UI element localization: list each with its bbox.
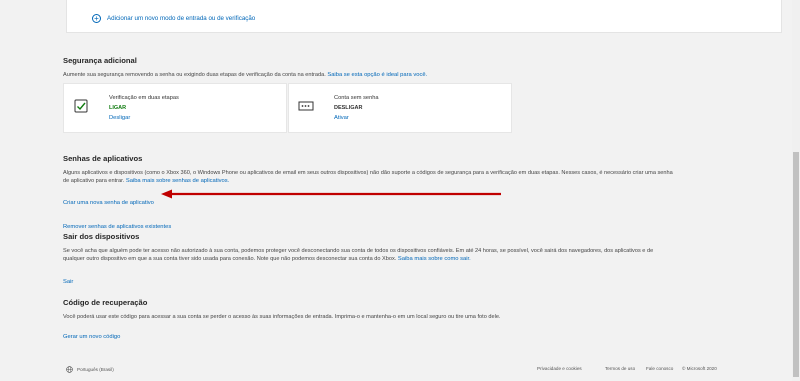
globe-icon [66,366,73,373]
remove-app-passwords-link[interactable]: Remover senhas de aplicativos existentes [63,224,171,230]
recovery-code-section: Código de recuperação Você poderá usar e… [63,298,783,343]
section-title: Senhas de aplicativos [63,154,143,163]
language-selector[interactable]: Português (Brasil) [66,366,114,373]
section-desc: Aumente sua segurança removendo a senha … [63,72,326,78]
generate-code-link[interactable]: Gerar um novo código [63,334,120,340]
section-desc-line1: Se você acha que alguém pode ter acesso … [63,248,654,254]
sign-in-methods-card: + Adicionar um novo modo de entrada ou d… [66,0,782,33]
section-title: Código de recuperação [63,298,148,307]
add-sign-in-method-link[interactable]: + Adicionar um novo modo de entrada ou d… [92,14,255,23]
annotation-arrow [161,189,501,199]
create-app-password-link[interactable]: Criar uma nova senha de aplicativo [63,200,154,206]
plus-circle-icon: + [92,14,101,23]
section-desc-line2: qualquer outro dispositivo em que a sua … [63,256,397,263]
section-desc-line2: de aplicativo para entrar. [63,178,125,185]
status-badge: LIGAR [109,105,127,111]
terms-link[interactable]: Termos de uso [605,366,635,371]
copyright: © Microsoft 2020 [682,366,717,371]
sign-out-section: Sair dos dispositivos Se você acha que a… [63,232,783,288]
turn-on-link[interactable]: Ativar [334,115,349,121]
password-box-icon [298,101,314,111]
status-badge: DESLIGAR [334,105,363,111]
learn-more-link[interactable]: Saiba mais sobre senhas de aplicativos. [126,178,229,184]
shield-check-icon [74,99,88,113]
card-title: Conta sem senha [334,95,379,101]
turn-off-link[interactable]: Desligar [109,115,130,121]
sign-out-link[interactable]: Sair [63,279,73,285]
learn-more-link[interactable]: Saiba se esta opção é ideal para você. [327,72,427,78]
scrollbar[interactable] [792,0,800,381]
passwordless-card: Conta sem senha DESLIGAR Ativar [288,83,512,133]
language-label: Português (Brasil) [77,367,114,372]
add-sign-in-method-label: Adicionar um novo modo de entrada ou de … [107,15,256,22]
scrollbar-thumb[interactable] [793,152,799,377]
privacy-link[interactable]: Privacidade e cookies [537,366,582,371]
section-title: Sair dos dispositivos [63,232,140,241]
additional-security-section: Segurança adicional Aumente sua seguranç… [63,56,763,79]
section-desc-line1: Alguns aplicativos e dispositivos (como … [63,170,673,176]
section-title: Segurança adicional [63,56,137,65]
two-step-card: Verificação em duas etapas LIGAR Desliga… [63,83,287,133]
learn-more-link[interactable]: Saiba mais sobre como sair. [398,256,471,262]
card-title: Verificação em duas etapas [109,95,179,101]
section-desc: Você poderá usar este código para acessa… [63,314,501,320]
contact-link[interactable]: Fale conosco [646,366,673,371]
